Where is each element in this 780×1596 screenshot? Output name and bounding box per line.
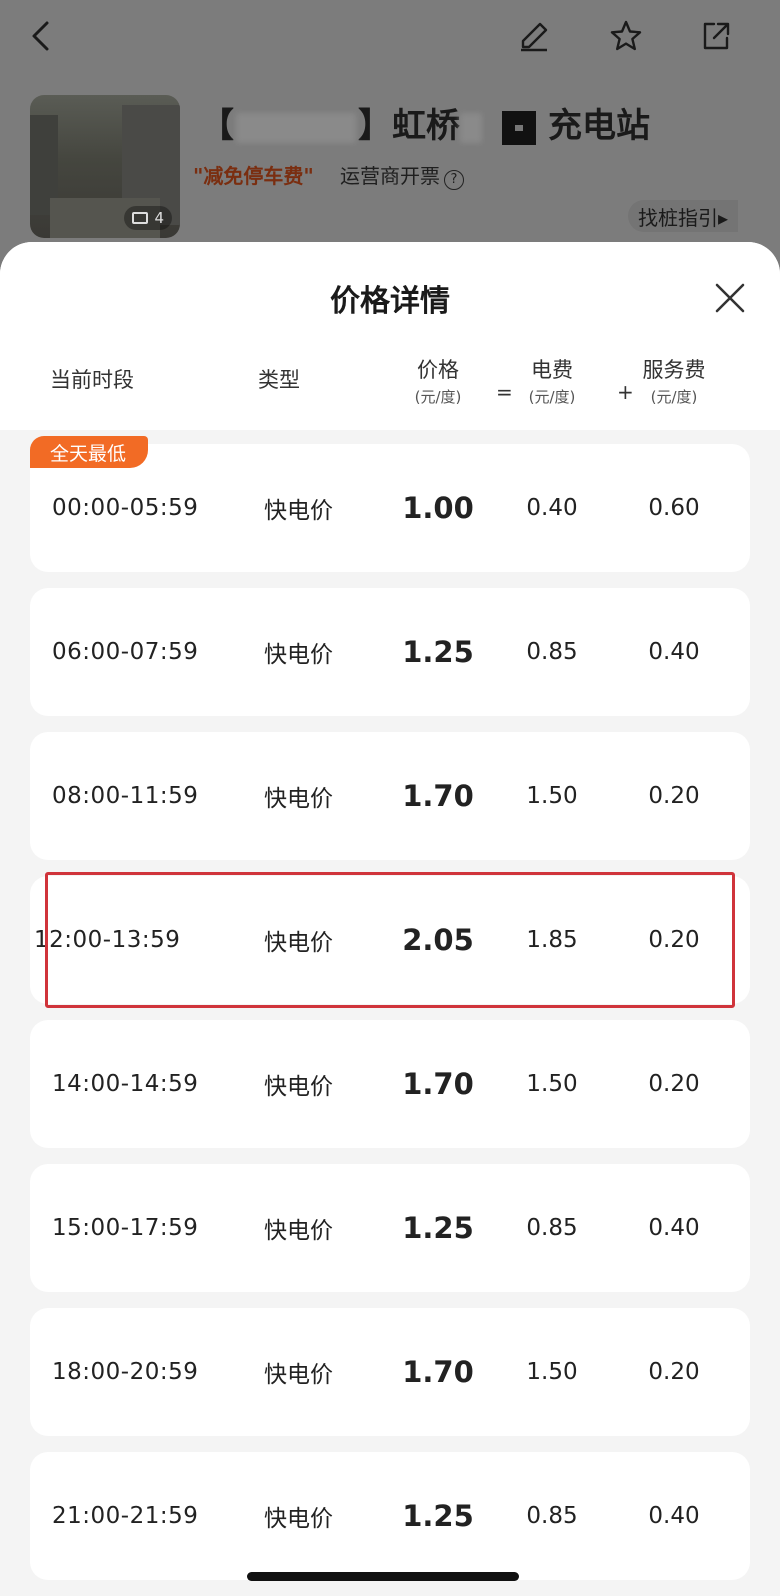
column-header-price: 价格 (元/度) [390, 354, 486, 407]
service-fee: 0.40 [648, 639, 700, 665]
total-price: 1.70 [402, 779, 474, 813]
table-row: 12:00-13:59 快电价 2.05 1.85 0.20 [30, 876, 750, 1004]
total-price: 1.70 [402, 1067, 474, 1101]
pile-guide-button[interactable]: 找桩指引▸ [628, 200, 739, 232]
total-price: 1.70 [402, 1355, 474, 1389]
station-detail-page: 4 【 】虹桥 充电站 "减免停车费" 运营商开票? 找桩指引▸ [0, 0, 780, 260]
column-header-service: 服务费 (元/度) [632, 354, 716, 407]
invoice-info[interactable]: 运营商开票? [340, 160, 464, 190]
service-fee: 0.40 [648, 1503, 700, 1529]
electric-fee: 0.85 [526, 1503, 578, 1529]
electric-header-label: 电费 [531, 358, 573, 382]
time-slot: 21:00-21:59 [52, 1503, 199, 1529]
total-price: 1.00 [402, 491, 474, 525]
time-slot: 12:00-13:59 [34, 927, 181, 953]
home-indicator[interactable] [247, 1572, 519, 1581]
service-fee: 0.60 [648, 495, 700, 521]
electric-fee: 1.85 [526, 927, 578, 953]
redacted-name-2 [460, 112, 482, 143]
share-icon[interactable] [694, 14, 738, 58]
time-slot: 15:00-17:59 [52, 1215, 199, 1241]
station-title: 【 】虹桥 充电站 [200, 98, 650, 147]
station-photo[interactable]: 4 [30, 95, 180, 238]
table-row: 08:00-11:59 快电价 1.70 1.50 0.20 [30, 732, 750, 860]
service-header-label: 服务费 [642, 358, 706, 382]
electric-fee: 0.85 [526, 1215, 578, 1241]
edit-icon[interactable] [512, 14, 556, 58]
table-row: 06:00-07:59 快电价 1.25 0.85 0.40 [30, 588, 750, 716]
table-row: 14:00-14:59 快电价 1.70 1.50 0.20 [30, 1020, 750, 1148]
table-row: 18:00-20:59 快电价 1.70 1.50 0.20 [30, 1308, 750, 1436]
column-header-type: 类型 [258, 368, 300, 392]
price-type: 快电价 [264, 930, 333, 956]
price-type: 快电价 [264, 1362, 333, 1388]
price-type: 快电价 [264, 1506, 333, 1532]
total-price: 1.25 [402, 1211, 474, 1245]
column-header-time: 当前时段 [50, 368, 134, 392]
electric-header-unit: (元/度) [528, 388, 576, 406]
price-type: 快电价 [264, 786, 333, 812]
time-slot: 00:00-05:59 [52, 495, 199, 521]
price-header-label: 价格 [417, 358, 459, 382]
price-type: 快电价 [264, 1074, 333, 1100]
time-slot: 06:00-07:59 [52, 639, 199, 665]
table-row: 21:00-21:59 快电价 1.25 0.85 0.40 [30, 1452, 750, 1580]
service-fee: 0.20 [648, 1071, 700, 1097]
close-icon[interactable] [710, 278, 750, 318]
time-slot: 18:00-20:59 [52, 1359, 199, 1385]
star-icon[interactable] [604, 14, 648, 58]
electric-fee: 1.50 [526, 1071, 578, 1097]
price-detail-sheet: 价格详情 当前时段 类型 价格 (元/度) = 电费 (元/度) + 服务费 (… [0, 242, 780, 1596]
total-price: 2.05 [402, 923, 474, 957]
price-type: 快电价 [264, 1218, 333, 1244]
operator-logo [502, 110, 536, 145]
back-icon[interactable] [20, 14, 64, 58]
photo-count: 4 [154, 209, 164, 227]
price-header-unit: (元/度) [414, 388, 462, 406]
promo-tag: "减免停车费" [193, 164, 314, 188]
photo-count-badge: 4 [124, 206, 172, 230]
image-icon [132, 212, 149, 224]
total-price: 1.25 [402, 1499, 474, 1533]
help-icon[interactable]: ? [444, 170, 464, 190]
table-row: 15:00-17:59 快电价 1.25 0.85 0.40 [30, 1164, 750, 1292]
title-bracket-open: 【 [200, 106, 234, 146]
time-slot: 08:00-11:59 [52, 783, 199, 809]
price-type: 快电价 [264, 498, 333, 524]
time-slot: 14:00-14:59 [52, 1071, 199, 1097]
electric-fee: 0.40 [526, 495, 578, 521]
electric-fee: 1.50 [526, 783, 578, 809]
service-fee: 0.20 [648, 927, 700, 953]
service-fee: 0.20 [648, 783, 700, 809]
price-type: 快电价 [264, 642, 333, 668]
electric-fee: 1.50 [526, 1359, 578, 1385]
sheet-header: 价格详情 当前时段 类型 价格 (元/度) = 电费 (元/度) + 服务费 (… [0, 242, 780, 430]
title-suffix: 充电站 [548, 106, 650, 146]
service-fee: 0.20 [648, 1359, 700, 1385]
service-fee: 0.40 [648, 1215, 700, 1241]
service-header-unit: (元/度) [650, 388, 698, 406]
title-location: 】虹桥 [358, 106, 460, 146]
invoice-label: 运营商开票 [340, 164, 440, 188]
sheet-title: 价格详情 [330, 284, 450, 319]
electric-fee: 0.85 [526, 639, 578, 665]
redacted-name [236, 112, 356, 143]
total-price: 1.25 [402, 635, 474, 669]
column-header-electric: 电费 (元/度) [510, 354, 594, 407]
table-row: 全天最低 00:00-05:59 快电价 1.00 0.40 0.60 [30, 436, 750, 572]
